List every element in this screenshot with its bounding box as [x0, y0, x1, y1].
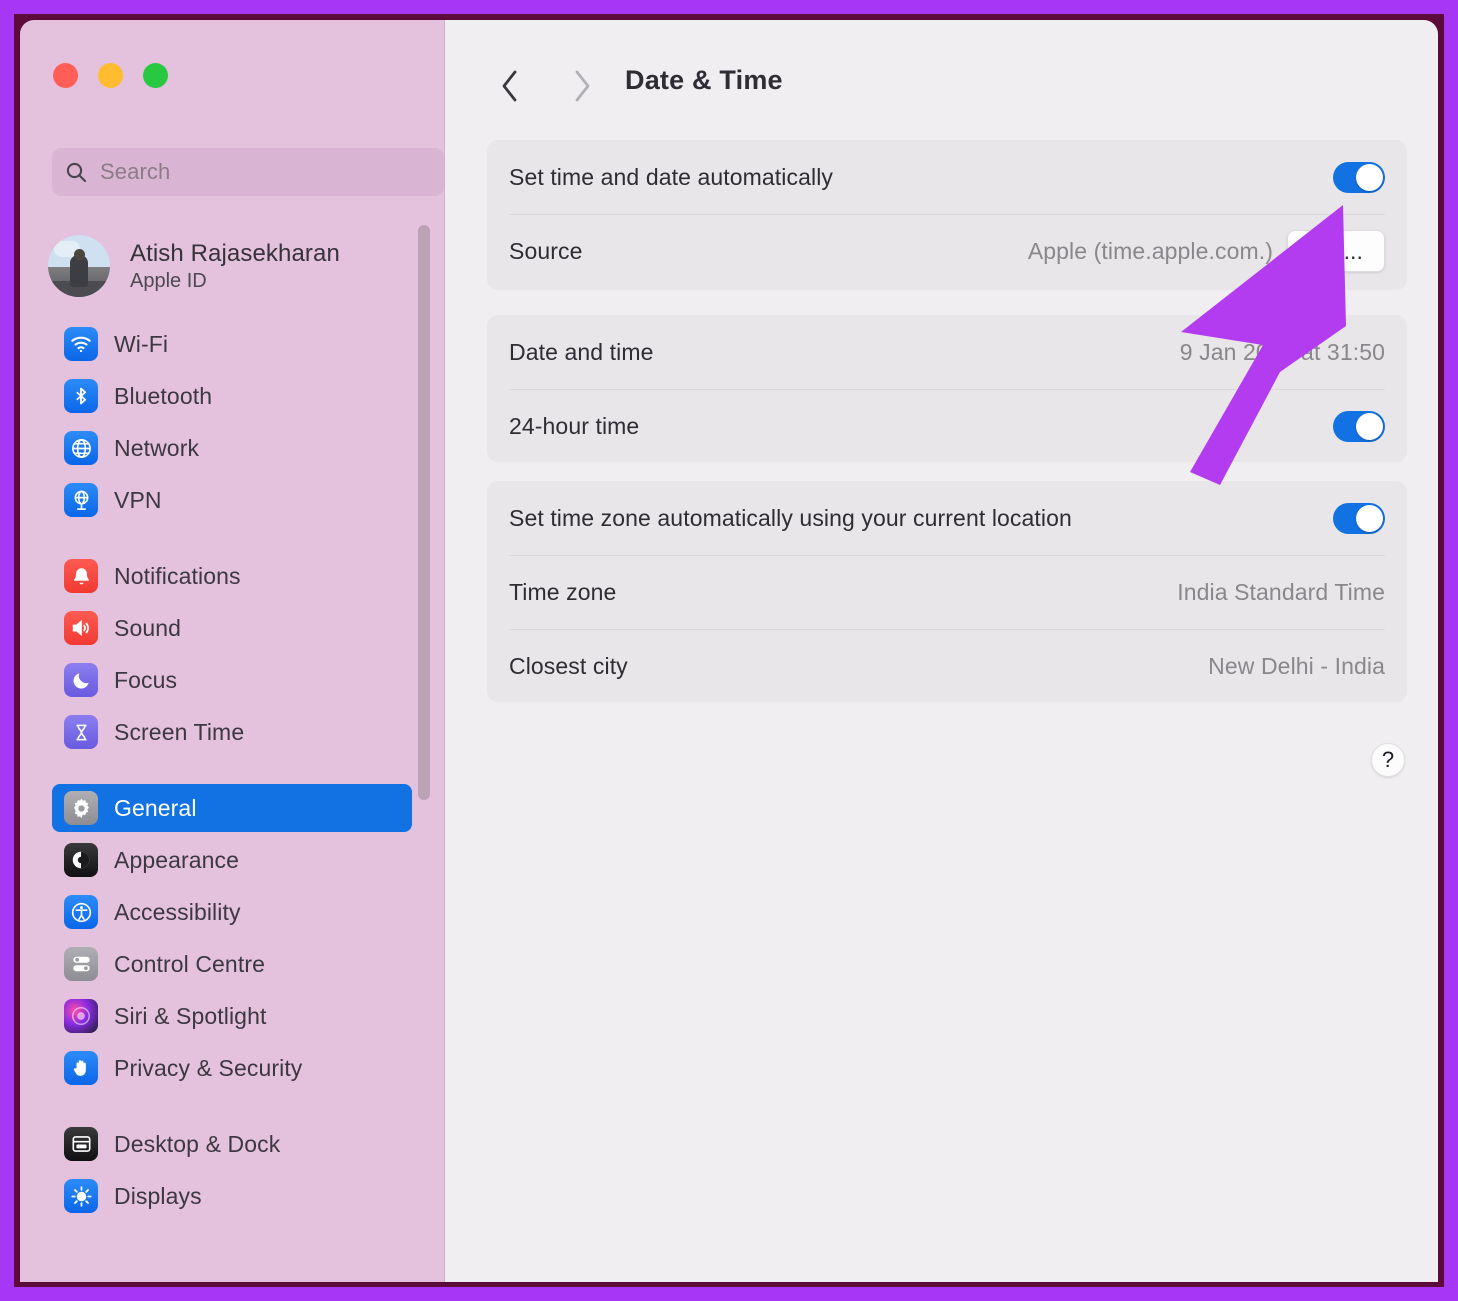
- sliders-icon: [64, 947, 98, 981]
- sidebar-item-label: Control Centre: [114, 950, 265, 977]
- bluetooth-icon: [64, 379, 98, 413]
- network-icon: [64, 431, 98, 465]
- search-icon: [64, 160, 88, 184]
- hourglass-icon: [64, 715, 98, 749]
- sidebar-item-label: Sound: [114, 614, 182, 641]
- sidebar-group-0: Wi-Fi Bluetooth Network VPN: [20, 320, 444, 524]
- system-settings-window: Search Atish Rajasekharan Apple ID Wi-Fi…: [20, 20, 1438, 1282]
- row-date-and-time[interactable]: Date and time 9 Jan 2024 at 31:50: [487, 315, 1407, 389]
- set-time-zone-automatically-toggle[interactable]: [1333, 502, 1385, 534]
- hand-icon: [64, 1051, 98, 1085]
- sidebar-item-notifications[interactable]: Notifications: [52, 552, 412, 600]
- sidebar-group-3: Desktop & Dock Displays: [20, 1120, 444, 1220]
- moon-icon: [64, 663, 98, 697]
- window-traffic-lights: [53, 63, 168, 88]
- sidebar-item-bluetooth[interactable]: Bluetooth: [52, 372, 412, 420]
- content-pane: Date & Time Set time and date automatica…: [445, 20, 1438, 1282]
- bell-icon: [64, 559, 98, 593]
- search-input[interactable]: Search: [52, 148, 444, 196]
- content-header: Date & Time: [445, 20, 1438, 130]
- sidebar-item-screen-time[interactable]: Screen Time: [52, 708, 412, 756]
- row-source[interactable]: Source Apple (time.apple.com.) Set...: [487, 214, 1407, 288]
- chevron-left-icon[interactable]: [490, 64, 530, 108]
- closest-city-value: New Delhi - India: [1208, 652, 1385, 679]
- sidebar-item-label: Desktop & Dock: [114, 1130, 281, 1157]
- row-24-hour-time[interactable]: 24-hour time: [487, 389, 1407, 463]
- close-window-button[interactable]: [53, 63, 78, 88]
- profile-name: Atish Rajasekharan: [130, 239, 340, 267]
- row-label: Date and time: [509, 338, 654, 365]
- row-label: Time zone: [509, 578, 617, 605]
- sidebar: Search Atish Rajasekharan Apple ID Wi-Fi…: [20, 20, 445, 1282]
- time-zone-value: India Standard Time: [1177, 578, 1385, 605]
- chevron-right-icon[interactable]: [562, 64, 602, 108]
- sidebar-item-label: Focus: [114, 666, 178, 693]
- row-label: 24-hour time: [509, 412, 640, 439]
- row-closest-city[interactable]: Closest city New Delhi - India: [487, 629, 1407, 703]
- help-icon[interactable]: ?: [1371, 743, 1405, 777]
- date-and-time-value: 9 Jan 2024 at 31:50: [1179, 338, 1385, 365]
- sidebar-item-control-centre[interactable]: Control Centre: [52, 940, 412, 988]
- sidebar-item-label: Privacy & Security: [114, 1054, 303, 1081]
- sidebar-item-vpn[interactable]: VPN: [52, 476, 412, 524]
- gear-icon: [64, 791, 98, 825]
- sidebar-nav-list: Wi-Fi Bluetooth Network VPN Notifications Sou…: [20, 320, 444, 1282]
- sidebar-scrollbar[interactable]: [418, 225, 430, 800]
- sidebar-item-displays[interactable]: Displays: [52, 1172, 412, 1220]
- sidebar-item-label: VPN: [114, 486, 162, 513]
- avatar: [48, 235, 110, 297]
- appearance-icon: [64, 843, 98, 877]
- row-label: Closest city: [509, 652, 628, 679]
- sidebar-item-label: Accessibility: [114, 898, 241, 925]
- row-time-zone[interactable]: Time zone India Standard Time: [487, 555, 1407, 629]
- brightness-icon: [64, 1179, 98, 1213]
- sidebar-item-label: Siri & Spotlight: [114, 1002, 267, 1029]
- row-label: Set time zone automatically using your c…: [509, 504, 1072, 531]
- sidebar-item-label: Notifications: [114, 562, 241, 589]
- row-label: Source: [509, 237, 583, 264]
- siri-icon: [64, 999, 98, 1033]
- minimize-window-button[interactable]: [98, 63, 123, 88]
- sidebar-item-label: Screen Time: [114, 718, 245, 745]
- sidebar-item-wi-fi[interactable]: Wi-Fi: [52, 320, 412, 368]
- vpn-icon: [64, 483, 98, 517]
- sidebar-item-label: Displays: [114, 1182, 202, 1209]
- sidebar-item-privacy-security[interactable]: Privacy & Security: [52, 1044, 412, 1092]
- sidebar-group-1: Notifications Sound Focus Screen Time: [20, 552, 444, 756]
- date-time-card: Date and time 9 Jan 2024 at 31:50 24-hou…: [487, 315, 1407, 462]
- speaker-icon: [64, 611, 98, 645]
- sidebar-item-label: Network: [114, 434, 200, 461]
- row-set-time-zone-automatically[interactable]: Set time zone automatically using your c…: [487, 481, 1407, 555]
- sidebar-group-2: General Appearance Accessibility Control Ce…: [20, 784, 444, 1092]
- sidebar-item-general[interactable]: General: [52, 784, 412, 832]
- sidebar-item-sound[interactable]: Sound: [52, 604, 412, 652]
- source-value: Apple (time.apple.com.): [1027, 237, 1273, 264]
- sidebar-item-network[interactable]: Network: [52, 424, 412, 472]
- search-placeholder: Search: [100, 159, 171, 184]
- sidebar-item-label: General: [114, 794, 197, 821]
- 24-hour-time-toggle[interactable]: [1333, 410, 1385, 442]
- sidebar-item-focus[interactable]: Focus: [52, 656, 412, 704]
- sidebar-item-appearance[interactable]: Appearance: [52, 836, 412, 884]
- desktop-icon: [64, 1127, 98, 1161]
- page-title: Date & Time: [625, 65, 783, 95]
- zoom-window-button[interactable]: [143, 63, 168, 88]
- sidebar-item-label: Appearance: [114, 846, 240, 873]
- row-label: Set time and date automatically: [509, 163, 833, 190]
- sidebar-item-siri-spotlight[interactable]: Siri & Spotlight: [52, 992, 412, 1040]
- auto-time-card: Set time and date automatically Source A…: [487, 140, 1407, 290]
- wifi-icon: [64, 327, 98, 361]
- row-set-time-automatically[interactable]: Set time and date automatically: [487, 140, 1407, 214]
- sidebar-item-desktop-dock[interactable]: Desktop & Dock: [52, 1120, 412, 1168]
- accessibility-icon: [64, 895, 98, 929]
- sidebar-item-accessibility[interactable]: Accessibility: [52, 888, 412, 936]
- time-zone-card: Set time zone automatically using your c…: [487, 481, 1407, 702]
- set-time-automatically-toggle[interactable]: [1333, 161, 1385, 193]
- set-button[interactable]: Set...: [1287, 230, 1385, 272]
- apple-id-profile-row[interactable]: Atish Rajasekharan Apple ID: [48, 227, 428, 305]
- sidebar-item-label: Wi-Fi: [114, 330, 169, 357]
- profile-subtitle: Apple ID: [130, 269, 207, 292]
- sidebar-item-label: Bluetooth: [114, 382, 213, 409]
